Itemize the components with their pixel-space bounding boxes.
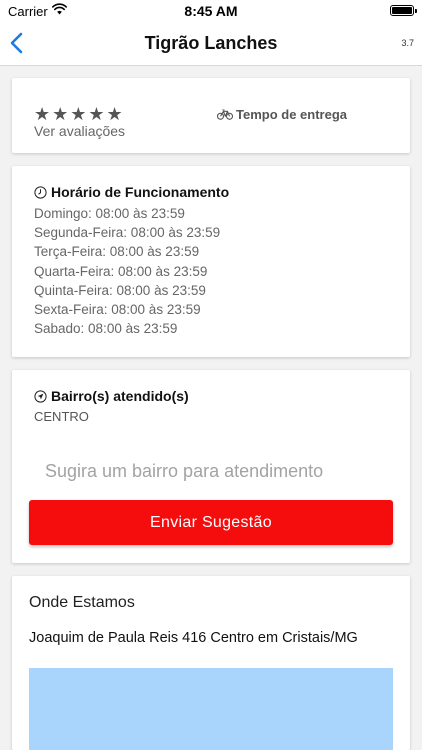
hours-item: Sabado: 08:00 às 23:59 xyxy=(34,321,178,337)
opening-hours-card: Horário de Funcionamento Domingo: 08:00 … xyxy=(12,166,410,357)
reviews-link[interactable]: Ver avaliações xyxy=(34,123,125,139)
location-arrow-icon xyxy=(34,389,47,403)
location-address: Joaquim de Paula Reis 416 Centro em Cris… xyxy=(29,630,358,646)
hours-item: Segunda-Feira: 08:00 às 23:59 xyxy=(34,225,221,241)
hours-item: Domingo: 08:00 às 23:59 xyxy=(34,206,185,221)
neighborhoods-title: Bairro(s) atendido(s) xyxy=(51,388,189,404)
delivery-label: Tempo de entrega xyxy=(236,107,348,122)
rating-stars: ★★★★★ xyxy=(34,104,125,124)
hours-item: Quinta-Feira: 08:00 às 23:59 xyxy=(34,282,206,298)
navigation-bar: Tigrão Lanches 3.7 xyxy=(0,22,422,66)
battery-icon xyxy=(390,5,417,16)
opening-hours-list: Domingo: 08:00 às 23:59 Segunda-Feira: 0… xyxy=(34,204,220,338)
bicycle-icon xyxy=(217,109,233,120)
hours-item: Sexta-Feira: 08:00 às 23:59 xyxy=(34,301,201,317)
hours-item: Quarta-Feira: 08:00 às 23:59 xyxy=(34,263,208,279)
version-label: 3.7 xyxy=(401,38,414,48)
status-bar: Carrier 8:45 AM xyxy=(0,0,422,22)
delivery-time: Tempo de entrega xyxy=(217,107,347,122)
page-title: Tigrão Lanches xyxy=(144,33,278,53)
clock-time: 8:45 AM xyxy=(184,3,238,19)
location-title: Onde Estamos xyxy=(29,594,135,611)
neighborhood-value: CENTRO xyxy=(34,409,89,424)
map-view[interactable] xyxy=(29,668,393,750)
opening-hours-title: Horário de Funcionamento xyxy=(51,184,230,200)
opening-hours-heading: Horário de Funcionamento xyxy=(34,184,229,200)
hours-item: Terça-Feira: 08:00 às 23:59 xyxy=(34,244,200,260)
send-suggestion-button[interactable]: Enviar Sugestão xyxy=(29,500,393,545)
suggest-neighborhood-input[interactable] xyxy=(29,454,393,488)
rating-card: ★★★★★ Ver avaliações Tempo de entrega xyxy=(12,78,410,153)
neighborhoods-card: Bairro(s) atendido(s) CENTRO Enviar Suge… xyxy=(12,370,410,563)
location-card: Onde Estamos Joaquim de Paula Reis 416 C… xyxy=(12,576,410,750)
clock-icon xyxy=(34,185,47,199)
neighborhoods-heading: Bairro(s) atendido(s) xyxy=(34,388,189,404)
